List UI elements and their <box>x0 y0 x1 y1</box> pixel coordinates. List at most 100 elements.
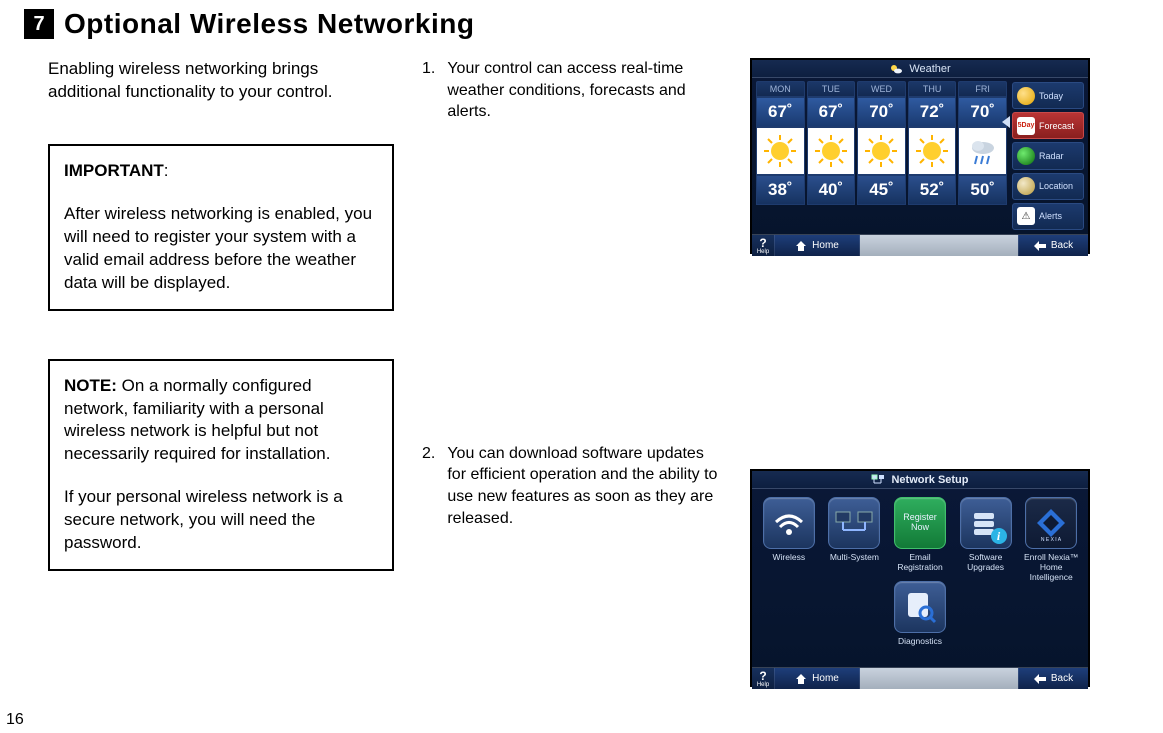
home-icon <box>795 673 807 685</box>
weather-screen: Weather MON TUE WED THU FRI 67˚ 67 <box>750 58 1090 254</box>
day-header: MON <box>756 81 805 97</box>
menu-label: Radar <box>1039 151 1064 161</box>
tile-label: Multi-System <box>830 553 879 573</box>
question-mark-icon: ? <box>759 670 766 682</box>
weather-title-bar: Weather <box>752 60 1088 78</box>
step-1-text: Your control can access real-time weathe… <box>447 58 722 123</box>
weather-title-text: Weather <box>909 63 950 75</box>
tile-email-registration[interactable]: Register Now Email Registration <box>889 497 951 573</box>
svg-text:N E X I A: N E X I A <box>1041 537 1062 543</box>
multi-system-icon <box>828 497 880 549</box>
weather-condition-icon <box>908 127 957 175</box>
home-button[interactable]: Home <box>774 235 860 256</box>
help-button[interactable]: ? Help <box>752 668 774 689</box>
tile-label: Software Upgrades <box>967 553 1004 573</box>
high-temp: 72˚ <box>908 97 957 127</box>
footer-spacer <box>860 668 1018 689</box>
tile-multi-system[interactable]: Multi-System <box>824 497 886 573</box>
tile-enroll-nexia[interactable]: N E X I A Enroll Nexia™ Home Intelligenc… <box>1020 497 1082 573</box>
step-1: 1. Your control can access real-time wea… <box>422 58 722 123</box>
tile-diagnostics[interactable]: Diagnostics <box>888 581 952 657</box>
important-label: IMPORTANT <box>64 161 164 180</box>
low-temp: 52˚ <box>908 175 957 205</box>
wifi-icon <box>763 497 815 549</box>
info-badge-icon: i <box>991 528 1007 544</box>
day-header: FRI <box>958 81 1007 97</box>
low-temp: 40˚ <box>807 175 856 205</box>
tile-label: Wireless <box>773 553 806 573</box>
tile-label: Enroll Nexia™ Home Intelligence <box>1020 553 1082 573</box>
section-header: 7 Optional Wireless Networking <box>24 8 1139 40</box>
section-title: Optional Wireless Networking <box>64 8 474 40</box>
menu-label: Forecast <box>1039 121 1074 131</box>
back-label: Back <box>1051 673 1073 684</box>
sun-icon <box>1017 87 1035 105</box>
home-button[interactable]: Home <box>774 668 860 689</box>
intro-text: Enabling wireless networking brings addi… <box>48 58 394 104</box>
high-temp: 70˚ <box>958 97 1007 127</box>
important-box: IMPORTANT: After wireless networking is … <box>48 144 394 311</box>
diagnostics-icon <box>894 581 946 633</box>
home-icon <box>795 240 807 252</box>
alert-icon: ⚠ <box>1017 207 1035 225</box>
menu-item-location[interactable]: Location <box>1012 173 1084 200</box>
low-temp: 38˚ <box>756 175 805 205</box>
back-button[interactable]: Back <box>1018 668 1088 689</box>
question-mark-icon: ? <box>759 237 766 249</box>
high-temp: 67˚ <box>756 97 805 127</box>
low-temp: 50˚ <box>958 175 1007 205</box>
day-header: WED <box>857 81 906 97</box>
high-temp: 70˚ <box>857 97 906 127</box>
weather-icon <box>889 63 903 75</box>
high-temp: 67˚ <box>807 97 856 127</box>
selection-arrow-icon <box>1002 116 1010 128</box>
network-title-text: Network Setup <box>891 474 968 486</box>
tile-wireless[interactable]: Wireless <box>758 497 820 573</box>
weather-menu: Today 5Day Forecast Radar Location <box>1010 78 1088 234</box>
note-label: NOTE: <box>64 376 117 395</box>
note-p2: If your personal wireless network is a s… <box>64 486 378 555</box>
back-arrow-icon <box>1034 241 1046 251</box>
step-2: 2. You can download software updates for… <box>422 443 722 529</box>
menu-item-forecast[interactable]: 5Day Forecast <box>1012 112 1084 139</box>
network-title-bar: Network Setup <box>752 471 1088 489</box>
back-button[interactable]: Back <box>1018 235 1088 256</box>
radar-icon <box>1017 147 1035 165</box>
tile-label: Diagnostics <box>898 637 942 657</box>
network-icon <box>871 474 885 486</box>
tile-software-upgrades[interactable]: i Software Upgrades <box>955 497 1017 573</box>
step-2-text: You can download software updates for ef… <box>447 443 722 529</box>
low-temp: 45˚ <box>857 175 906 205</box>
step-1-number: 1. <box>422 58 435 123</box>
menu-item-radar[interactable]: Radar <box>1012 142 1084 169</box>
footer-spacer <box>860 235 1018 256</box>
step-2-number: 2. <box>422 443 435 529</box>
menu-label: Today <box>1039 91 1063 101</box>
day-header: TUE <box>807 81 856 97</box>
map-icon <box>1017 177 1035 195</box>
back-arrow-icon <box>1034 674 1046 684</box>
home-label: Home <box>812 673 839 684</box>
weather-condition-icon <box>756 127 805 175</box>
nexia-logo-icon: N E X I A <box>1025 497 1077 549</box>
menu-label: Location <box>1039 181 1073 191</box>
menu-item-alerts[interactable]: ⚠ Alerts <box>1012 203 1084 230</box>
forecast-grid: MON TUE WED THU FRI 67˚ 67˚ 70˚ 72˚ 70˚ <box>752 78 1010 234</box>
back-label: Back <box>1051 240 1073 251</box>
tile-label: Email Registration <box>889 553 951 573</box>
five-day-icon: 5Day <box>1017 117 1035 135</box>
register-now-button[interactable]: Register Now <box>894 497 946 549</box>
note-box: NOTE: On a normally configured network, … <box>48 359 394 572</box>
weather-condition-icon <box>807 127 856 175</box>
menu-item-today[interactable]: Today <box>1012 82 1084 109</box>
help-button[interactable]: ? Help <box>752 235 774 256</box>
menu-label: Alerts <box>1039 211 1062 221</box>
weather-condition-icon <box>958 127 1007 175</box>
page-number: 16 <box>6 711 24 729</box>
important-body: After wireless networking is enabled, yo… <box>64 203 378 295</box>
weather-condition-icon <box>857 127 906 175</box>
day-header: THU <box>908 81 957 97</box>
section-number: 7 <box>24 9 54 39</box>
help-label: Help <box>757 682 769 688</box>
home-label: Home <box>812 240 839 251</box>
